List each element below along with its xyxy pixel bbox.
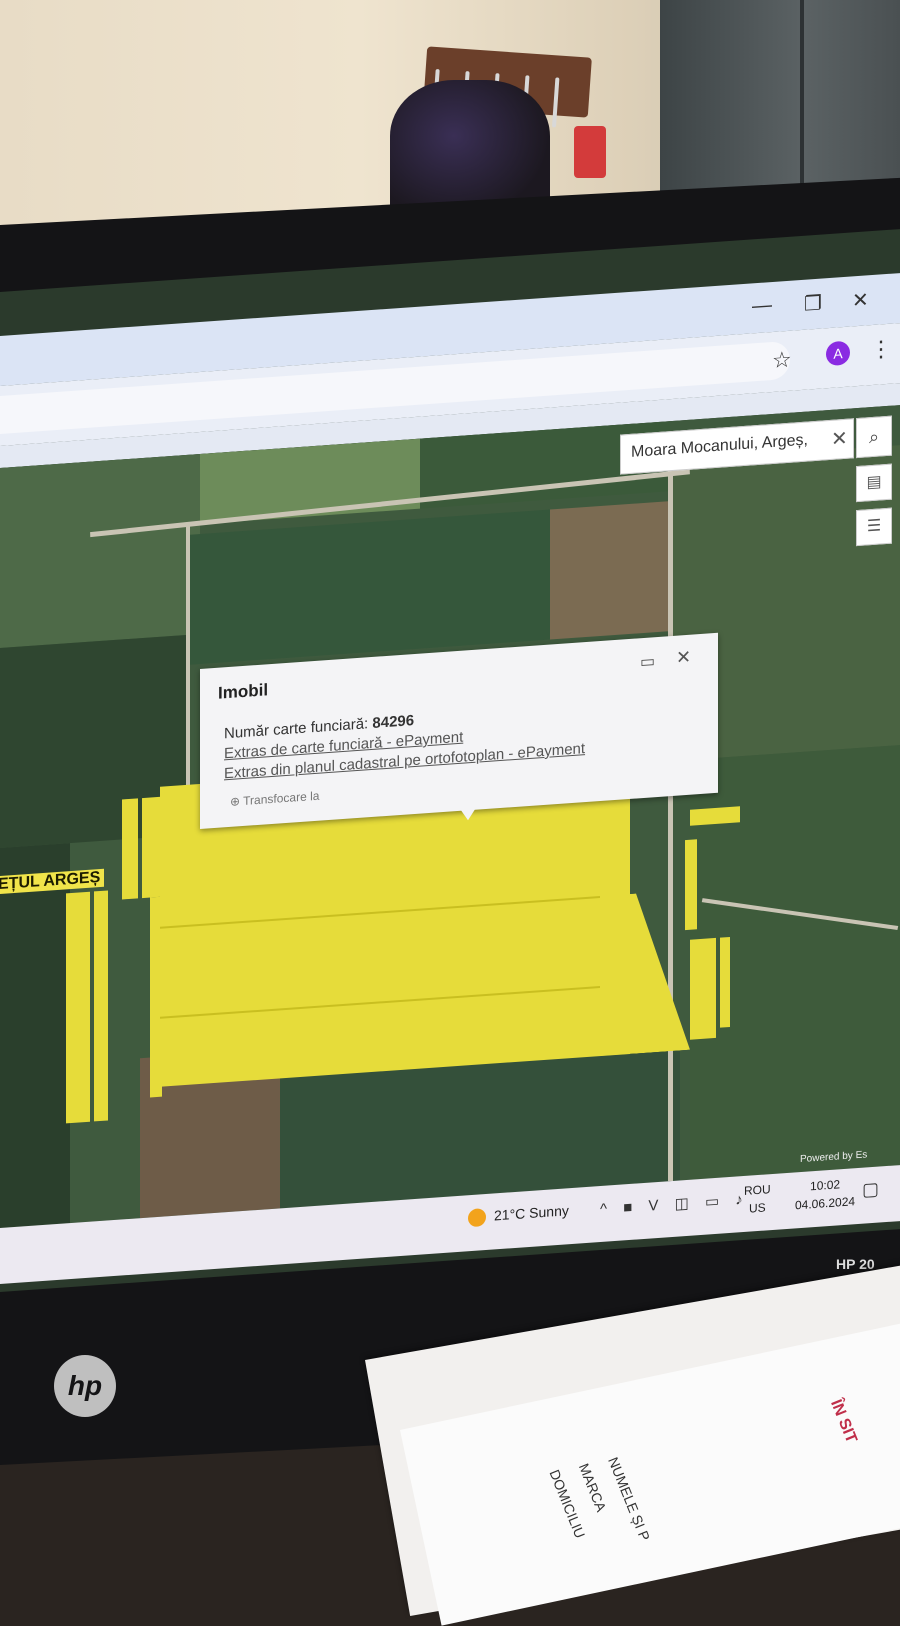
language-indicator[interactable]: ROU US (744, 1180, 771, 1218)
cadastral-parcel[interactable] (66, 891, 90, 1124)
red-tag (574, 126, 606, 178)
browser-menu-icon[interactable]: ⋮ (870, 336, 892, 364)
form-line: NUMELE ȘI P (605, 1454, 654, 1544)
dock-icon[interactable]: ▭ (640, 651, 655, 672)
map-road (668, 460, 673, 1182)
monitor-model: HP 20 (836, 1256, 875, 1272)
cf-value: 84296 (372, 712, 415, 732)
profile-avatar[interactable]: A (826, 340, 850, 367)
zoom-label: Transfocare la (243, 788, 320, 808)
minimize-button[interactable]: — (752, 294, 772, 318)
popup-title: Imobil (218, 680, 269, 703)
temperature: 21°C (494, 1205, 526, 1224)
tray-icons[interactable]: ^ ■ V ◫ ▭ ♪ (600, 1190, 749, 1218)
lang-top: ROU (744, 1182, 771, 1198)
close-window-button[interactable]: ✕ (852, 287, 869, 313)
cadastral-parcel[interactable] (122, 798, 138, 900)
sun-icon (468, 1208, 486, 1228)
cadastral-parcel[interactable] (142, 796, 166, 899)
search-icon[interactable]: ⌕ (856, 415, 892, 459)
notification-icon[interactable]: ▢ (862, 1179, 879, 1201)
monitor-screen: — ❐ ✕ ☆ A ⋮ EȚUL ARGEȘ Moara Mocanului, … (0, 229, 900, 1292)
weather-widget[interactable]: 21°C Sunny (468, 1202, 569, 1228)
cabinet-seam (800, 0, 804, 200)
close-icon[interactable]: ✕ (831, 426, 848, 452)
metal-cabinet (660, 0, 900, 210)
map-field (0, 454, 200, 648)
zoom-to-button[interactable]: ⊕ Transfocare la (230, 789, 319, 809)
clock[interactable]: 10:02 04.06.2024 (795, 1174, 855, 1214)
close-icon[interactable]: ✕ (676, 647, 691, 669)
lang-bottom: US (749, 1200, 766, 1216)
search-input[interactable]: Moara Mocanului, Argeș, (631, 432, 808, 462)
form-heading: ÎN SIT (827, 1397, 860, 1446)
parcel-info-popup: Imobil ▭ ✕ Număr carte funciară: 84296 E… (200, 632, 718, 830)
cadastral-parcel[interactable] (600, 890, 690, 1056)
clock-date: 04.06.2024 (795, 1194, 856, 1213)
restore-button[interactable]: ❐ (804, 291, 822, 317)
cadastral-parcel[interactable] (720, 936, 730, 1028)
satellite-map[interactable]: EȚUL ARGEȘ Moara Mocanului, Argeș, ✕ ⌕ ▤… (0, 405, 900, 1228)
form-line: MARCA (575, 1461, 610, 1514)
popup-pointer (460, 807, 476, 821)
weather-text: Sunny (529, 1202, 569, 1221)
legend-list-icon[interactable]: ☰ (856, 507, 892, 547)
hp-logo: hp (54, 1355, 116, 1417)
bookmark-star-icon[interactable]: ☆ (772, 347, 792, 374)
cadastral-parcel[interactable] (690, 937, 716, 1040)
cadastral-parcel[interactable] (94, 890, 108, 1122)
cadastral-parcel[interactable] (685, 839, 697, 931)
map-field (0, 843, 70, 1228)
map-field (550, 501, 670, 640)
map-field (190, 509, 550, 665)
layers-icon[interactable]: ▤ (856, 463, 892, 503)
